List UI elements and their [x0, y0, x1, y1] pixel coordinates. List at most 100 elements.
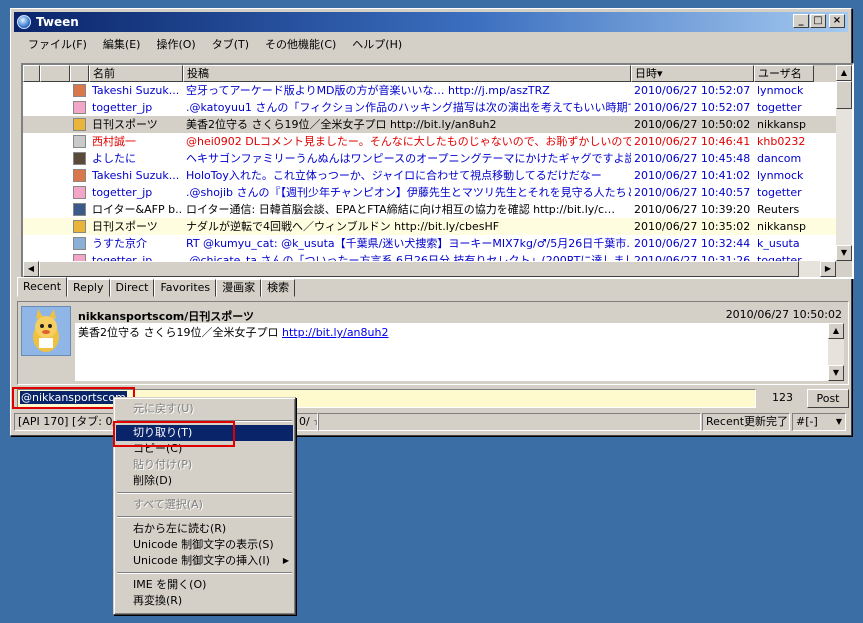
row-name-cell: ロイター&AFP b...: [92, 203, 183, 216]
scroll-up-icon[interactable]: ▲: [836, 65, 852, 81]
list-vertical-scrollbar[interactable]: ▲ ▼: [836, 65, 852, 261]
detail-scroll-up-icon[interactable]: ▲: [828, 323, 844, 339]
horizontal-scroll-thumb[interactable]: [39, 261, 799, 277]
row-post-cell: RT @kumyu_cat: @k_usuta【千葉県/迷い犬捜索】ヨーキーMI…: [186, 237, 631, 250]
menu-separator: [117, 420, 292, 422]
row-post-cell: .@chicate_ta さんの「ついったー方言系 6月26日分 技有りセレクト…: [186, 254, 631, 261]
row-avatar-cell: [70, 150, 89, 167]
column-header-icon[interactable]: [70, 65, 89, 82]
menu-tab[interactable]: タブ(T): [204, 34, 257, 54]
context-menu-item[interactable]: Unicode 制御文字の表示(S): [116, 537, 293, 553]
row-user-cell: togetter: [757, 101, 802, 114]
column-header-name[interactable]: 名前: [89, 65, 183, 82]
row-avatar-cell: [70, 116, 89, 133]
context-menu-item[interactable]: コピー(C): [116, 441, 293, 457]
context-menu-item[interactable]: 切り取り(T): [116, 425, 293, 441]
status-message: Recent更新完了: [702, 413, 790, 431]
close-button[interactable]: ×: [829, 14, 845, 28]
status-filter-text: #[-]: [796, 415, 818, 428]
avatar[interactable]: [21, 306, 71, 356]
context-menu-item[interactable]: IME を開く(O): [116, 577, 293, 593]
row-user-cell: nikkansp: [757, 118, 807, 131]
status-counts: [318, 413, 701, 431]
list-horizontal-scrollbar[interactable]: ◀ ▶: [23, 261, 836, 277]
list-rows: Takeshi Suzuk... 空牙ってアーケード版よりMD版の方が音楽いいな……: [23, 82, 836, 261]
scroll-right-icon[interactable]: ▶: [820, 261, 836, 277]
row-name-cell: Takeshi Suzuk...: [92, 84, 180, 97]
row-name-cell: togetter_jp: [92, 101, 153, 114]
table-row[interactable]: 日刊スポーツ 美香2位守る さくら19位／全米女子プロ http://bit.ly…: [23, 116, 836, 133]
table-row[interactable]: togetter_jp .@chicate_ta さんの「ついったー方言系 6月2…: [23, 252, 836, 261]
maximize-button[interactable]: □: [810, 14, 826, 28]
context-menu-item-label: Unicode 制御文字の挿入(I): [133, 554, 270, 567]
menu-edit[interactable]: 編集(E): [95, 34, 149, 54]
menu-separator: [117, 492, 292, 494]
row-blank-cell: [40, 235, 70, 252]
table-row[interactable]: togetter_jp .@shojib さんの『【週刊少年チャンピオン】伊藤先生…: [23, 184, 836, 201]
row-name-cell: 西村誠一: [92, 135, 136, 148]
context-menu-item[interactable]: Unicode 制御文字の挿入(I) ▶: [116, 553, 293, 569]
column-header-user[interactable]: ユーザ名: [754, 65, 814, 82]
row-mark-cell: [23, 82, 40, 99]
row-user-cell: khb0232: [757, 135, 806, 148]
post-detail-panel: nikkansportscom/日刊スポーツ 2010/06/27 10:50:…: [17, 301, 849, 385]
row-mark-cell: [23, 150, 40, 167]
detail-post-text: 美香2位守る さくら19位／全米女子プロ: [78, 326, 282, 339]
table-row[interactable]: Takeshi Suzuk... 空牙ってアーケード版よりMD版の方が音楽いいな……: [23, 82, 836, 99]
table-row[interactable]: Takeshi Suzuk... HoloToy入れた。これ立体っつーか、ジャイロ…: [23, 167, 836, 184]
user-avatar-icon: [73, 254, 86, 261]
table-row[interactable]: 西村誠一 @hei0902 DLコメント見ましたー。そんなに大したものじゃないので…: [23, 133, 836, 150]
scroll-left-icon[interactable]: ◀: [23, 261, 39, 277]
window-title: Tween: [36, 15, 79, 29]
column-header-blank-2[interactable]: [40, 65, 70, 82]
detail-post-link[interactable]: http://bit.ly/an8uh2: [282, 326, 388, 339]
post-button[interactable]: Post: [807, 389, 849, 408]
table-row[interactable]: よしたに ヘキサゴンファミリーうんぬんはワンピースのオープニングテーマにかけたギャ…: [23, 150, 836, 167]
menu-operation[interactable]: 操作(O): [148, 34, 203, 54]
detail-user-name: nikkansportscom/日刊スポーツ: [78, 310, 255, 323]
context-menu-item-label: 切り取り(T): [133, 426, 193, 439]
row-blank-cell: [40, 133, 70, 150]
menu-file[interactable]: ファイル(F): [20, 34, 95, 54]
context-menu-item-label: 右から左に読む(R): [133, 522, 227, 535]
row-blank-cell: [40, 116, 70, 133]
context-menu-item[interactable]: 削除(D): [116, 473, 293, 489]
table-row[interactable]: ロイター&AFP b... ロイター通信: 日韓首脳会談、EPAとFTA締結に向け…: [23, 201, 836, 218]
context-menu-item[interactable]: 右から左に読む(R): [116, 521, 293, 537]
row-user-cell: togetter: [757, 186, 802, 199]
tab-direct[interactable]: Direct: [109, 279, 155, 297]
timeline-list[interactable]: 名前 投稿 日時▾ ユーザ名 Takeshi Suzuk... 空牙ってアーケード…: [21, 63, 854, 279]
row-blank-cell: [40, 99, 70, 116]
detail-scrollbar[interactable]: ▲ ▼: [828, 323, 844, 381]
tab-strip: Recent Reply Direct Favorites 漫画家 検索: [17, 277, 296, 297]
tab-recent[interactable]: Recent: [17, 277, 68, 297]
status-filter[interactable]: #[-] ▼: [792, 413, 846, 431]
detail-scroll-down-icon[interactable]: ▼: [828, 365, 844, 381]
tween-window: Tween _ □ × ファイル(F) 編集(E) 操作(O) タブ(T) その…: [10, 8, 854, 436]
minimize-button[interactable]: _: [793, 14, 809, 28]
menu-help[interactable]: ヘルプ(H): [344, 34, 410, 54]
vertical-scroll-thumb[interactable]: [836, 81, 852, 109]
tab-favorites[interactable]: Favorites: [154, 279, 217, 297]
tab-reply[interactable]: Reply: [67, 279, 110, 297]
user-avatar-icon: [73, 220, 86, 233]
row-blank-cell: [40, 218, 70, 235]
context-menu-item-label: IME を開く(O): [133, 578, 207, 591]
column-header-blank-1[interactable]: [23, 65, 40, 82]
table-row[interactable]: togetter_jp .@katoyuu1 さんの「フィクション作品のハッキング…: [23, 99, 836, 116]
row-user-cell: lynmock: [757, 169, 804, 182]
row-mark-cell: [23, 235, 40, 252]
context-menu-item[interactable]: 再変換(R): [116, 593, 293, 609]
title-bar[interactable]: Tween _ □ ×: [14, 12, 848, 32]
table-row[interactable]: うすた京介 RT @kumyu_cat: @k_usuta【千葉県/迷い犬捜索】ヨ…: [23, 235, 836, 252]
column-header-date[interactable]: 日時▾: [631, 65, 754, 82]
status-api-text: [API 170] [タブ: 0/: [18, 415, 117, 428]
user-avatar-icon: [73, 135, 86, 148]
context-menu-item-label: Unicode 制御文字の表示(S): [133, 538, 274, 551]
scroll-down-icon[interactable]: ▼: [836, 245, 852, 261]
menu-other[interactable]: その他機能(C): [257, 34, 344, 54]
tab-search[interactable]: 検索: [261, 279, 296, 297]
column-header-post[interactable]: 投稿: [183, 65, 631, 82]
table-row[interactable]: 日刊スポーツ ナダルが逆転で4回戦へ／ウィンブルドン http://bit.ly/…: [23, 218, 836, 235]
tab-mangaka[interactable]: 漫画家: [216, 279, 262, 297]
